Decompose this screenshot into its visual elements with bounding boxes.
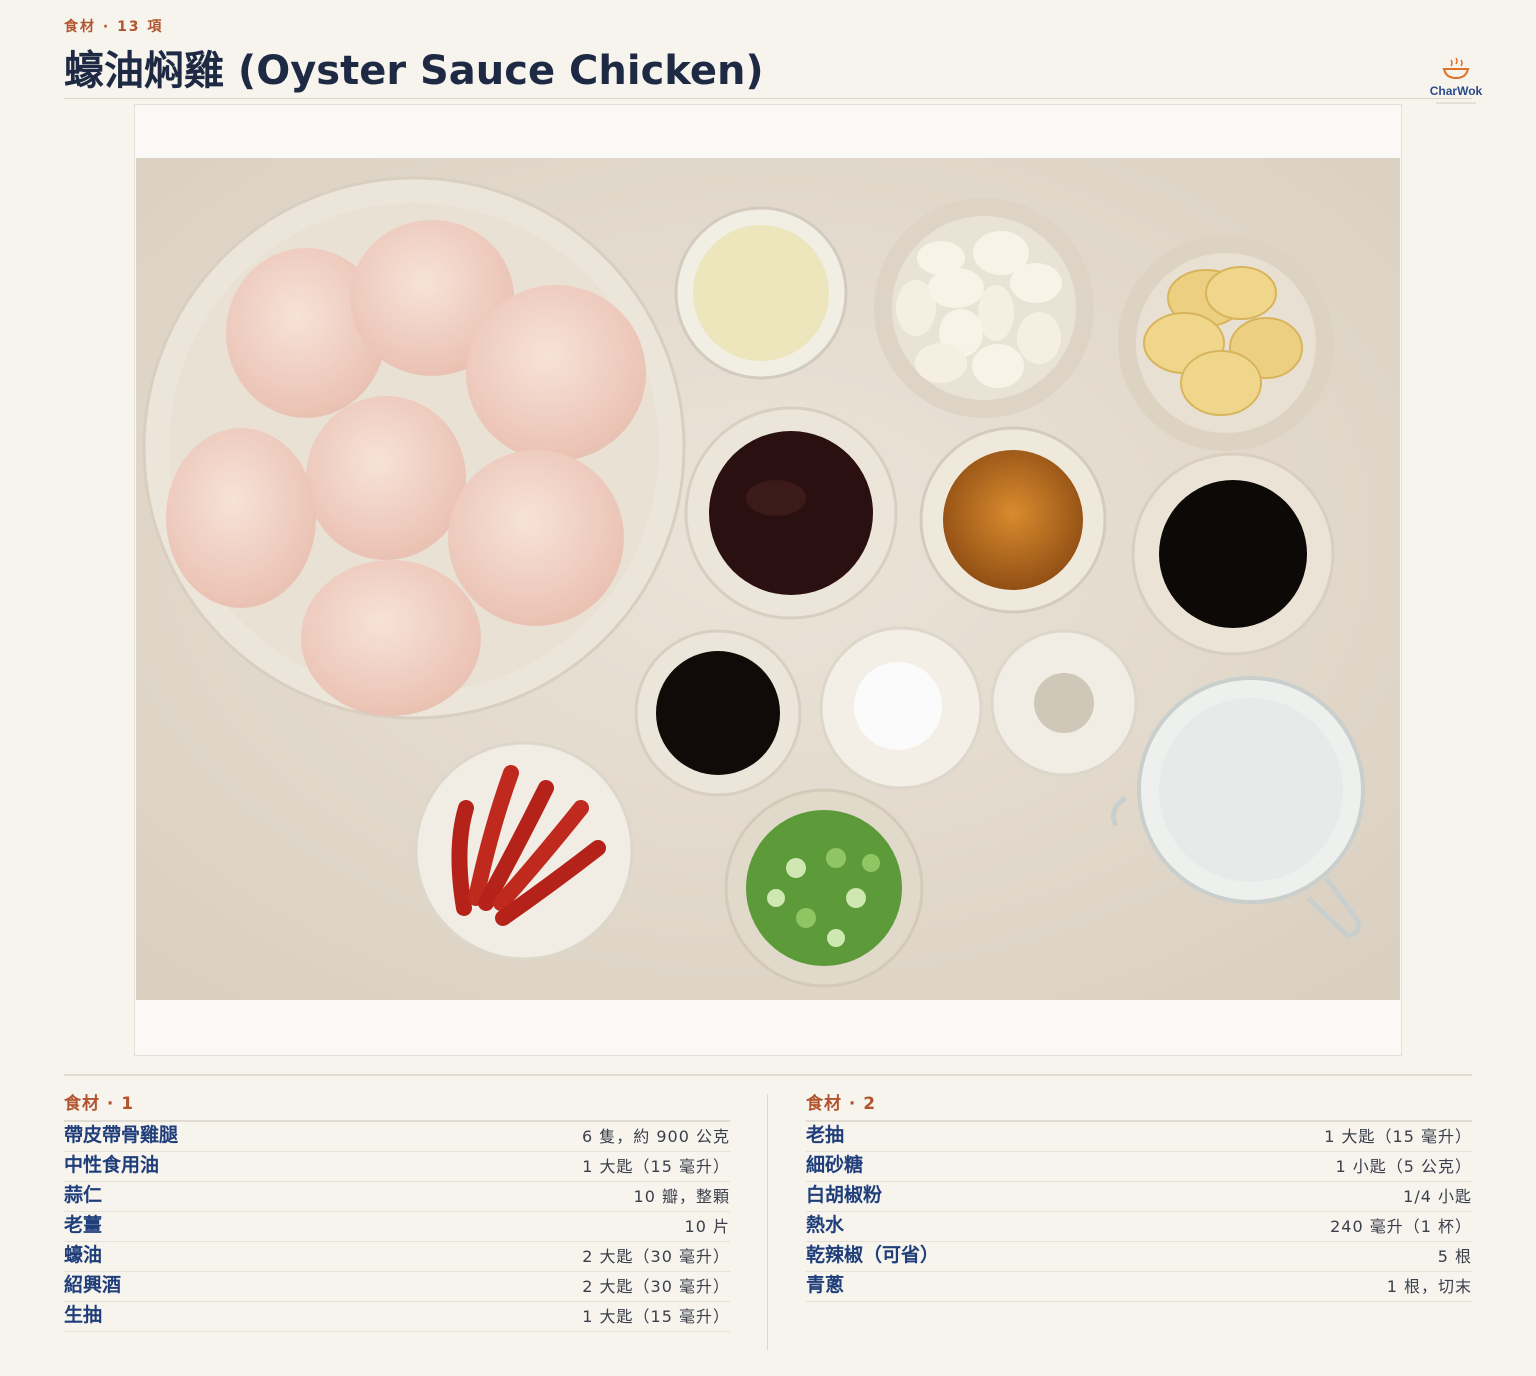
ingredient-name: 熱水 — [806, 1214, 845, 1236]
chicken-plate — [142, 176, 686, 720]
ingredient-qty: 10 瓣，整顆 — [633, 1187, 730, 1206]
ingredient-qty: 2 大匙（30 毫升） — [582, 1247, 730, 1266]
ingredient-row: 中性食用油 1 大匙（15 毫升） — [64, 1152, 730, 1182]
ingredients-divider — [64, 1074, 1472, 1076]
oil-bowl — [674, 206, 848, 380]
ingredient-name: 老抽 — [806, 1124, 845, 1146]
ingredient-row: 蠔油 2 大匙（30 毫升） — [64, 1242, 730, 1272]
section-eyebrow: 食材 · 13 項 — [64, 19, 164, 35]
light-soy-bowl — [634, 629, 802, 797]
brand-tagline-mark — [1436, 102, 1476, 104]
ingredient-qty: 6 隻，約 900 公克 — [582, 1127, 730, 1146]
ingredient-qty: 1 大匙（15 毫升） — [582, 1307, 730, 1326]
ingredients-heading: 食材 · 2 — [806, 1092, 1472, 1122]
ingredient-row: 生抽 1 大匙（15 毫升） — [64, 1302, 730, 1332]
ingredient-name: 蠔油 — [64, 1244, 103, 1266]
ingredient-name: 紹興酒 — [64, 1274, 122, 1296]
scallion-bowl — [724, 788, 924, 988]
ingredient-qty: 240 毫升（1 杯） — [1330, 1217, 1472, 1236]
column-divider — [767, 1094, 768, 1350]
bowl-icon — [1442, 57, 1470, 80]
ingredient-qty: 1 大匙（15 毫升） — [1324, 1127, 1472, 1146]
ingredient-row: 乾辣椒（可省） 5 根 — [806, 1242, 1472, 1272]
ingredient-row: 蒜仁 10 瓣，整顆 — [64, 1182, 730, 1212]
ingredient-name: 生抽 — [64, 1304, 103, 1326]
dried-chilli-dish — [414, 741, 634, 961]
ingredients-photo — [136, 158, 1400, 1000]
ingredient-qty: 1 大匙（15 毫升） — [582, 1157, 730, 1176]
ingredient-name: 乾辣椒（可省） — [806, 1244, 940, 1266]
ingredient-qty: 1 根，切末 — [1386, 1277, 1472, 1296]
page-title: 蠔油焖雞 (Oyster Sauce Chicken) — [64, 48, 764, 94]
white-pepper-dish — [990, 629, 1138, 777]
header-divider — [64, 98, 1472, 99]
ingredient-name: 蒜仁 — [64, 1184, 103, 1206]
ingredient-row: 熱水 240 毫升（1 杯） — [806, 1212, 1472, 1242]
brand-logo[interactable]: CharWok — [1420, 56, 1492, 104]
ingredient-row: 紹興酒 2 大匙（30 毫升） — [64, 1272, 730, 1302]
ingredients-column-1: 食材 · 1 帶皮帶骨雞腿 6 隻，約 900 公克 中性食用油 1 大匙（15… — [64, 1092, 730, 1332]
ingredient-qty: 1 小匙（5 公克） — [1335, 1157, 1472, 1176]
ingredient-name: 中性食用油 — [64, 1154, 160, 1176]
garlic-bowl — [874, 198, 1094, 418]
sugar-dish — [819, 626, 983, 790]
ingredient-qty: 2 大匙（30 毫升） — [582, 1277, 730, 1296]
ingredient-qty: 5 根 — [1437, 1247, 1472, 1266]
ingredient-row: 細砂糖 1 小匙（5 公克） — [806, 1152, 1472, 1182]
ingredient-name: 細砂糖 — [806, 1154, 864, 1176]
shaoxing-wine-bowl — [919, 426, 1107, 614]
dark-soy-bowl — [1131, 452, 1335, 656]
ingredient-row: 老薑 10 片 — [64, 1212, 730, 1242]
ingredient-row: 帶皮帶骨雞腿 6 隻，約 900 公克 — [64, 1122, 730, 1152]
ingredient-name: 青蔥 — [806, 1274, 845, 1296]
ingredient-name: 老薑 — [64, 1214, 103, 1236]
ingredient-row: 白胡椒粉 1/4 小匙 — [806, 1182, 1472, 1212]
ingredient-qty: 10 片 — [684, 1217, 730, 1236]
ingredients-illustration — [136, 158, 1400, 1000]
ginger-bowl — [1118, 235, 1334, 451]
brand-name: CharWok — [1429, 84, 1483, 98]
ingredient-row: 老抽 1 大匙（15 毫升） — [806, 1122, 1472, 1152]
oyster-sauce-bowl — [684, 406, 898, 620]
ingredients-heading: 食材 · 1 — [64, 1092, 730, 1122]
ingredient-qty: 1/4 小匙 — [1403, 1187, 1472, 1206]
ingredient-name: 白胡椒粉 — [806, 1184, 883, 1206]
ingredient-row: 青蔥 1 根，切末 — [806, 1272, 1472, 1302]
ingredient-name: 帶皮帶骨雞腿 — [64, 1124, 179, 1146]
ingredients-column-2: 食材 · 2 老抽 1 大匙（15 毫升） 細砂糖 1 小匙（5 公克） 白胡椒… — [806, 1092, 1472, 1302]
